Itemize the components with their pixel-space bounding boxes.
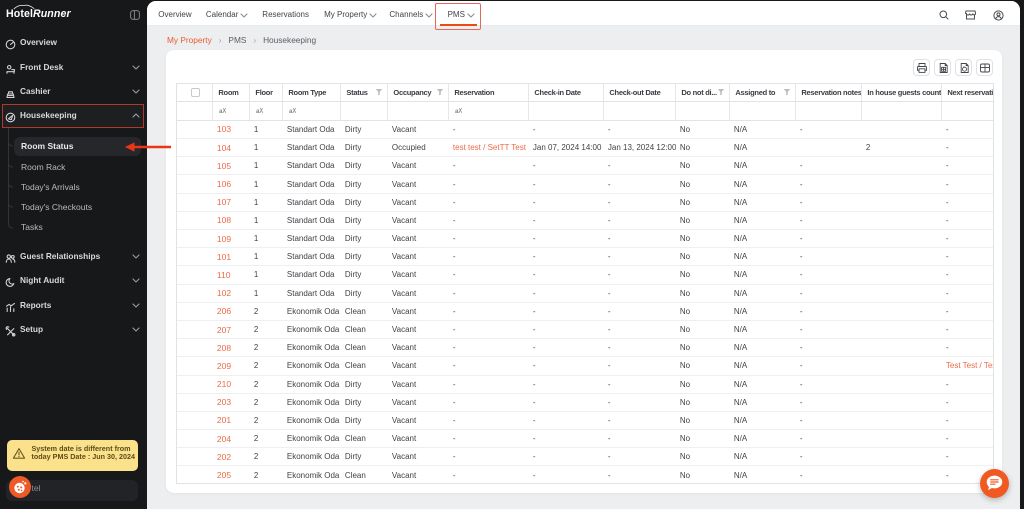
svg-text:a: a	[219, 108, 223, 114]
svg-text:a: a	[455, 108, 459, 114]
svg-text:a: a	[289, 108, 293, 114]
svg-text:a: a	[256, 108, 260, 114]
